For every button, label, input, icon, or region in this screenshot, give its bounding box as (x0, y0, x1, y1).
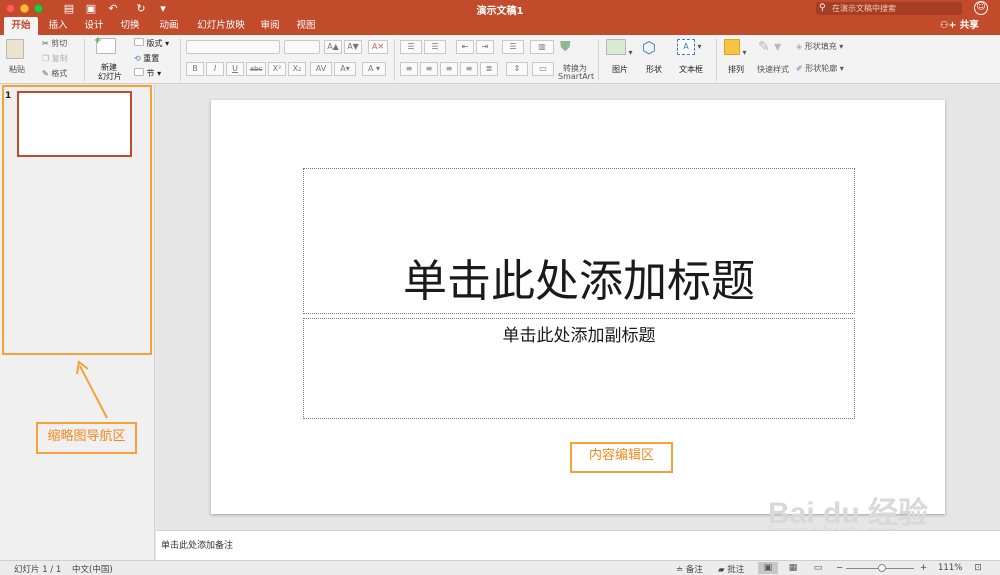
search-placeholder: 在演示文稿中搜索 (832, 4, 896, 13)
reading-view-icon[interactable]: ▭ (808, 562, 828, 574)
notes-placeholder: 单击此处添加备注 (161, 541, 234, 551)
ribbon-divider (716, 39, 717, 81)
share-label: 共享 (959, 20, 979, 31)
quick-styles-button[interactable]: 快速样式 (757, 64, 789, 75)
bold-icon[interactable]: B (186, 62, 204, 76)
bullets-icon[interactable]: ☰ (400, 40, 422, 54)
slide-canvas[interactable]: 单击此处添加标题 单击此处添加副标题 内容编辑区 (211, 100, 945, 514)
underline-icon[interactable]: U (226, 62, 244, 76)
normal-view-icon[interactable]: ▣ (758, 562, 778, 574)
align-text-icon[interactable]: ▭ (532, 62, 554, 76)
convert-label-2[interactable]: SmartArt (558, 72, 594, 81)
clear-formatting-icon[interactable]: A✕ (368, 40, 388, 54)
align-center-icon[interactable]: ≡ (420, 62, 438, 76)
search-input[interactable]: ⚲ 在演示文稿中搜索 (816, 2, 962, 15)
content-area-annotation: 内容编辑区 (570, 442, 673, 473)
fit-to-window-icon[interactable]: ⊡ (968, 562, 988, 574)
shape-outline-label: 形状轮廓 (805, 64, 838, 73)
ribbon-divider (394, 39, 395, 81)
textbox-icon[interactable]: A ▾ (677, 39, 702, 55)
picture-button[interactable]: 图片 (612, 64, 628, 75)
slide-sorter-icon[interactable]: ▦ (783, 562, 803, 574)
justify-icon[interactable]: ≡ (460, 62, 478, 76)
shapes-icon[interactable]: ⬡ (642, 38, 656, 57)
share-button[interactable]: ⚇+ 共享 (940, 17, 979, 35)
text-direction-icon[interactable]: ⇕ (506, 62, 528, 76)
subtitle-placeholder[interactable]: 单击此处添加副标题 (303, 318, 855, 419)
quick-styles-icon[interactable]: ✎ ▾ (758, 39, 781, 55)
language-indicator[interactable]: 中文(中国) (72, 563, 113, 575)
shape-outline-button[interactable]: ✐ 形状轮廓 ▾ (796, 63, 844, 74)
notes-toggle[interactable]: ≐ 备注 (676, 563, 703, 575)
superscript-icon[interactable]: X² (268, 62, 286, 76)
zoom-out-icon[interactable]: − (836, 563, 843, 573)
distribute-icon[interactable]: ≣ (480, 62, 498, 76)
shape-fill-label: 形状填充 (804, 42, 837, 51)
increase-font-size-icon[interactable]: A▲ (324, 40, 342, 54)
strikethrough-icon[interactable]: abc (246, 62, 266, 76)
slide-editor-area: 单击此处添加标题 单击此处添加副标题 内容编辑区 (156, 85, 1000, 530)
subscript-icon[interactable]: X₂ (288, 62, 306, 76)
smartart-icon[interactable]: ⛊ (560, 39, 571, 55)
ribbon-divider (180, 39, 181, 81)
thumbnail-nav-annotation: 缩略图导航区 (36, 422, 137, 454)
add-person-icon: ⚇+ (940, 20, 957, 31)
notes-label: 备注 (685, 565, 703, 575)
comments-label: 批注 (727, 565, 745, 575)
subtitle-placeholder-text: 单击此处添加副标题 (502, 326, 656, 346)
ribbon-divider (598, 39, 599, 81)
decrease-indent-icon[interactable]: ⇤ (456, 40, 474, 54)
status-bar: 幻灯片 1 / 1 中文(中国) ≐ 备注 ▰ 批注 ▣ ▦ ▭ − + 111… (0, 560, 1000, 575)
tab-view[interactable]: 视图 (291, 17, 321, 35)
feedback-smiley-icon[interactable]: ☺ (974, 1, 988, 15)
textbox-button[interactable]: 文本框 (679, 64, 703, 75)
tab-review[interactable]: 审阅 (255, 17, 285, 35)
shape-fill-button[interactable]: ◈ 形状填充 ▾ (796, 41, 843, 52)
text-effects-icon[interactable]: A▾ (334, 62, 356, 76)
notes-icon: ≐ (676, 565, 684, 575)
zoom-in-icon[interactable]: + (920, 563, 927, 573)
line-spacing-icon[interactable]: ☰ (502, 40, 524, 54)
annotation-arrow (76, 360, 108, 419)
font-name-dropdown[interactable] (186, 40, 280, 54)
columns-icon[interactable]: ▥ (530, 40, 554, 54)
change-case-icon[interactable]: AV (310, 62, 332, 76)
notes-pane[interactable]: 单击此处添加备注 (156, 530, 1000, 560)
tab-slideshow[interactable]: 幻灯片放映 (192, 17, 250, 35)
increase-indent-icon[interactable]: ⇥ (476, 40, 494, 54)
arrange-button[interactable]: 排列 (728, 64, 744, 75)
search-icon: ⚲ (819, 3, 826, 13)
align-right-icon[interactable]: ≡ (440, 62, 458, 76)
pen-icon: ✐ (796, 64, 803, 73)
comment-icon: ▰ (718, 565, 725, 575)
arrange-icon[interactable]: ▾ (724, 39, 747, 57)
paint-bucket-icon: ◈ (796, 42, 803, 51)
numbering-icon[interactable]: ☰ (424, 40, 446, 54)
zoom-slider-handle[interactable] (878, 564, 886, 572)
decrease-font-size-icon[interactable]: A▼ (344, 40, 362, 54)
slide-count: 幻灯片 1 / 1 (14, 565, 62, 575)
title-placeholder-text: 单击此处添加标题 (403, 256, 755, 307)
comments-toggle[interactable]: ▰ 批注 (718, 563, 744, 575)
zoom-level[interactable]: 111% (938, 563, 962, 573)
italic-icon[interactable]: I (206, 62, 224, 76)
align-left-icon[interactable]: ≡ (400, 62, 418, 76)
title-placeholder[interactable]: 单击此处添加标题 (303, 168, 855, 314)
font-size-dropdown[interactable] (284, 40, 320, 54)
picture-icon[interactable]: ▾ (606, 39, 633, 57)
shape-button[interactable]: 形状 (646, 64, 662, 75)
font-color-icon[interactable]: A ▾ (362, 62, 386, 76)
